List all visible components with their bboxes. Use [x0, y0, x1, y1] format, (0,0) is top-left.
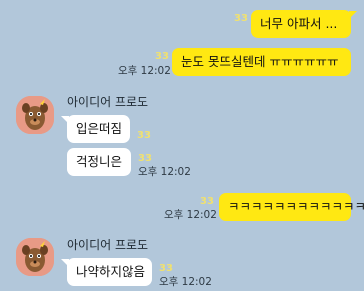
- friend-message-bubble[interactable]: 걱정니은: [67, 148, 131, 176]
- ryan-dog-avatar-icon: [16, 96, 54, 134]
- unread-count: 33: [138, 153, 152, 164]
- message-time: 오후 12:02: [118, 65, 171, 77]
- bubble-tail: [61, 116, 69, 124]
- my-message-bubble[interactable]: 너무 아파서 ...: [251, 10, 351, 38]
- friend-message-bubble[interactable]: 입은떠짐: [67, 115, 130, 143]
- message-time: 오후 12:02: [164, 209, 217, 221]
- unread-count: 33: [137, 130, 151, 141]
- my-message-bubble[interactable]: ㅋㅋㅋㅋㅋㅋㅋㅋㅋㅋㅋㅋ: [219, 193, 364, 221]
- friend-avatar[interactable]: [16, 96, 54, 134]
- bubble-tail: [349, 11, 357, 19]
- friend-message-bubble[interactable]: 나약하지않음: [67, 258, 152, 286]
- sender-name: 아이디어 프로도: [67, 95, 149, 109]
- friend-avatar[interactable]: [16, 238, 54, 276]
- unread-count: 33: [159, 263, 173, 274]
- unread-count: 33: [200, 196, 214, 207]
- ryan-dog-avatar-icon: [16, 238, 54, 276]
- my-message-bubble[interactable]: 눈도 못뜨실텐데 ㅠㅠㅠㅠㅠㅠ: [172, 48, 351, 76]
- unread-count: 33: [234, 13, 248, 24]
- chat-area[interactable]: 33 너무 아파서 ... 33 오후 12:02 눈도 못뜨실텐데 ㅠㅠㅠㅠㅠ…: [0, 0, 364, 291]
- message-time: 오후 12:02: [138, 166, 191, 178]
- bubble-tail: [61, 259, 69, 267]
- unread-count: 33: [155, 51, 169, 62]
- sender-name: 아이디어 프로도: [67, 238, 149, 252]
- message-time: 오후 12:02: [159, 276, 212, 288]
